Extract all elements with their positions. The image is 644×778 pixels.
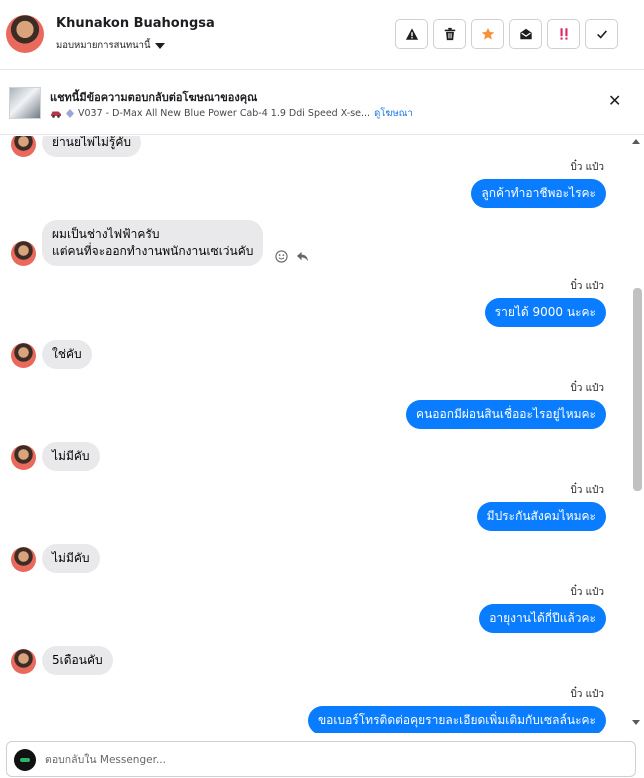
contact-avatar[interactable] [6,15,44,53]
message-thread[interactable]: ย่านยไพ่ไม่รู้คับ บิ๋ว แป๋ว ลูกค้าทำอาชี… [0,136,630,733]
car-icon [51,111,61,118]
contact-name[interactable]: Khunakon Buahongsa [56,16,215,31]
reply-composer [6,741,636,777]
view-ad-link[interactable]: ดูโฆษณา [374,106,413,121]
message-bubble-outgoing[interactable]: อายุงานได้กี่ปีแล้วคะ [479,604,606,633]
message-actions [275,250,309,263]
message-bubble-outgoing[interactable]: ขอเบอร์โทรติดต่อคุยรายละเอียดเพิ่มเติมกั… [307,706,606,733]
warning-icon [405,28,418,40]
avatar [11,445,36,470]
assign-conversation-dropdown[interactable]: มอบหมายการสนทนานี้ [56,38,165,53]
emoji-icon[interactable] [275,250,288,263]
ad-banner-title: แชทนี้มีข้อความตอบกลับต่อโฆษณาของคุณ [50,91,258,104]
sender-name: บิ๋ว แป๋ว [570,485,604,496]
check-icon [596,30,607,39]
reply-input[interactable] [45,750,605,770]
envelope-open-icon [519,28,532,40]
message-bubble-incoming[interactable]: ไม่มีคับ [42,442,100,471]
star-button[interactable] [471,19,504,49]
message-bubble-incoming[interactable]: ใช่คับ [42,340,92,369]
ad-thumbnail [9,87,41,119]
avatar [11,136,36,157]
scrollbar-thumb[interactable] [633,288,642,491]
trash-icon [444,27,455,41]
priority-icon [560,28,567,40]
report-spam-button[interactable] [395,19,428,49]
page-avatar [14,749,36,771]
priority-button[interactable] [547,19,580,49]
sender-name: บิ๋ว แป๋ว [570,281,604,292]
delete-button[interactable] [433,19,466,49]
sender-name: บิ๋ว แป๋ว [570,689,604,700]
message-line: แต่คนที่จะออกทำงานพนักงานเซเว่นคับ [52,244,254,258]
message-bubble-incoming[interactable]: ย่านยไพ่ไม่รู้คับ [42,136,141,157]
scroll-down-arrow[interactable] [632,720,640,725]
star-icon [481,27,494,40]
message-line: ผมเป็นช่างไฟฟ้าครับ [52,227,160,241]
avatar [11,547,36,572]
message-bubble-outgoing[interactable]: ลูกค้าทำอาชีพอะไรคะ [471,179,606,208]
sender-name: บิ๋ว แป๋ว [570,587,604,598]
close-icon[interactable]: ✕ [608,93,621,109]
scroll-up-arrow[interactable] [632,139,640,144]
ad-context-banner: แชทนี้มีข้อความตอบกลับต่อโฆษณาของคุณ V03… [0,71,644,135]
diamond-icon [66,109,74,118]
ad-banner-subtitle: V037 - D-Max All New Blue Power Cab-4 1.… [50,106,413,121]
message-bubble-outgoing[interactable]: รายได้ 9000 นะคะ [484,298,606,327]
mark-done-button[interactable] [585,19,618,49]
reply-icon[interactable] [296,250,309,263]
action-toolbar [395,19,618,49]
message-bubble-incoming[interactable]: ไม่มีคับ [42,544,100,573]
sender-name: บิ๋ว แป๋ว [570,383,604,394]
assign-label: มอบหมายการสนทนานี้ [56,40,151,51]
conversation-header: Khunakon Buahongsa มอบหมายการสนทนานี้ [0,0,644,70]
caret-down-icon [154,42,165,49]
message-bubble-outgoing[interactable]: มีประกันสังคมไหมคะ [476,502,606,531]
avatar [11,241,36,266]
sender-name: บิ๋ว แป๋ว [570,162,604,173]
avatar [11,649,36,674]
message-bubble-outgoing[interactable]: คนออกมีผ่อนสินเชื่ออะไรอยู่ไหมคะ [406,400,606,429]
mark-unread-button[interactable] [509,19,542,49]
avatar [11,343,36,368]
message-bubble-incoming[interactable]: ผมเป็นช่างไฟฟ้าครับ แต่คนที่จะออกทำงานพน… [42,220,264,266]
ad-name: V037 - D-Max All New Blue Power Cab-4 1.… [78,108,371,119]
message-bubble-incoming[interactable]: 5เดือนคับ [42,646,113,675]
